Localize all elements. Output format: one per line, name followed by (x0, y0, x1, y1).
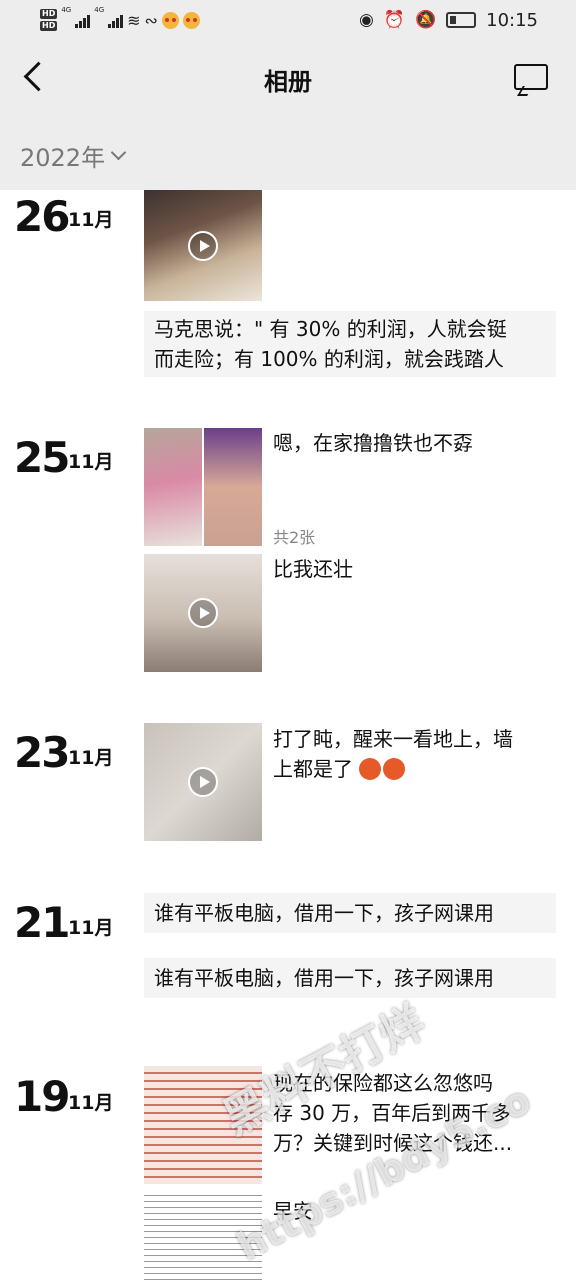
wifi-icon: ≋ (127, 10, 141, 30)
play-icon (188, 598, 218, 628)
battery-icon (446, 12, 477, 28)
text-post[interactable]: 谁有平板电脑，借用一下，孩子网课用 (144, 958, 556, 998)
post-caption-text: 上都是了 (273, 757, 353, 781)
signal-icon (75, 12, 91, 28)
post-caption-line: 上都是了 (273, 754, 563, 784)
angry-emoji-icon (383, 758, 406, 780)
video-thumbnail[interactable] (144, 190, 262, 301)
signal-icon-2 (108, 12, 124, 28)
photo-thumbnail[interactable] (204, 428, 262, 546)
post-month: 11月 (68, 209, 114, 231)
chevron-down-icon (110, 144, 127, 161)
text-post-line: 马克思说：" 有 30% 的利润，人就会铤 (154, 317, 507, 341)
play-icon (188, 767, 218, 797)
hd-badge-bottom: HD (40, 21, 58, 31)
weibo-icon (161, 11, 179, 29)
hd-indicators: HD HD (40, 9, 58, 31)
post-month: 11月 (68, 1092, 114, 1114)
photo-count: 共2张 (273, 528, 316, 547)
angry-emoji-icon (359, 758, 382, 780)
clock: 10:15 (486, 9, 538, 31)
post-caption[interactable]: 嗯，在家撸撸铁也不孬 (273, 428, 473, 458)
post-caption-line: 打了盹，醒来一看地上，墙 (273, 727, 513, 751)
post-day: 23 (14, 728, 70, 777)
post-day: 21 (14, 898, 70, 947)
post-month: 11月 (68, 451, 114, 473)
weibo-icon-2 (182, 11, 200, 29)
status-left: HD HD 4G 4G ≋ ∾ (40, 6, 200, 34)
status-bar: HD HD 4G 4G ≋ ∾ ◉ ⏰ 🔕 10:15 (0, 0, 576, 40)
year-dropdown[interactable]: 2022年 (20, 138, 127, 173)
eye-icon: ◉ (358, 10, 374, 30)
post-caption[interactable]: 打了盹，醒来一看地上，墙 上都是了 (273, 724, 563, 784)
post-day: 25 (14, 433, 70, 482)
post-month: 11月 (68, 747, 114, 769)
alarm-icon: ⏰ (383, 10, 405, 30)
network-type-2: 4G (94, 6, 105, 14)
year-label: 2022年 (20, 144, 106, 172)
link-icon: ∾ (144, 10, 158, 30)
post-day: 26 (14, 192, 70, 241)
page-title: 相册 (264, 68, 312, 96)
status-right: ◉ ⏰ 🔕 10:15 (359, 6, 538, 34)
hd-badge-top: HD (40, 9, 58, 19)
text-post-line: 而走险；有 100% 的利润，就会践踏人 (154, 347, 504, 371)
video-thumbnail[interactable] (144, 554, 262, 672)
year-filter-bar: 2022年 (0, 116, 576, 190)
mute-icon: 🔕 (414, 10, 437, 30)
network-type-1: 4G (61, 6, 72, 14)
post-month: 11月 (68, 917, 114, 939)
text-post[interactable]: 谁有平板电脑，借用一下，孩子网课用 (144, 893, 556, 933)
post-day: 19 (14, 1072, 70, 1121)
post-caption[interactable]: 比我还壮 (273, 554, 353, 584)
nav-bar: 相册 (0, 40, 576, 116)
text-post[interactable]: 马克思说：" 有 30% 的利润，人就会铤 而走险；有 100% 的利润，就会践… (144, 311, 556, 377)
photo-thumbnail[interactable] (144, 428, 202, 546)
message-icon[interactable] (514, 64, 548, 94)
video-thumbnail[interactable] (144, 723, 262, 841)
play-icon (188, 230, 218, 261)
